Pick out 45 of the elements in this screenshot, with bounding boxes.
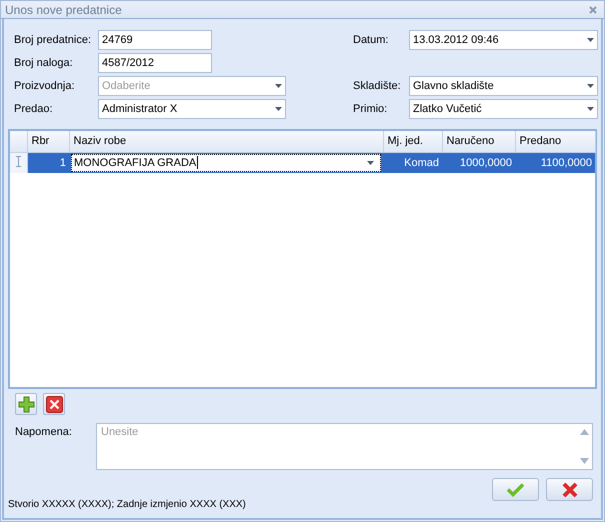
ok-button[interactable] xyxy=(492,478,539,501)
field-label: Predao: xyxy=(14,103,54,115)
check-icon xyxy=(507,481,524,498)
scroll-up-icon[interactable] xyxy=(580,429,589,435)
plus-icon xyxy=(18,396,34,412)
dropdown-arrow-icon xyxy=(587,107,594,111)
field-label: Broj predatnice: xyxy=(14,34,92,46)
column-header[interactable]: Mj. jed. xyxy=(383,131,442,152)
dropdown-arrow-icon xyxy=(587,38,594,42)
cell-editor[interactable]: MONOGRAFIJA GRADA xyxy=(71,154,381,172)
dropdown-field[interactable]: Glavno skladište xyxy=(409,76,598,96)
cancel-button[interactable] xyxy=(546,478,593,501)
table-cell: 1 xyxy=(27,152,69,172)
close-icon xyxy=(46,396,62,412)
field-label: Datum: xyxy=(353,34,390,46)
table-cell: 1000,0000 xyxy=(442,152,515,172)
dropdown-arrow-icon xyxy=(275,107,282,111)
dropdown-arrow-icon xyxy=(367,160,374,164)
column-header[interactable]: Naziv robe xyxy=(69,131,383,152)
delete-button[interactable] xyxy=(43,393,65,415)
add-button[interactable] xyxy=(15,393,37,415)
column-header[interactable]: Predano xyxy=(515,131,595,152)
dropdown-arrow-icon xyxy=(275,84,282,88)
text-field[interactable]: 24769 xyxy=(98,30,212,50)
dropdown-field[interactable]: Zlatko Vučetić xyxy=(409,99,598,119)
dropdown-arrow-icon xyxy=(587,84,594,88)
dropdown-field[interactable]: Administrator X xyxy=(98,99,286,119)
field-label: Skladište: xyxy=(353,80,402,92)
note-field[interactable]: Unesite xyxy=(96,423,593,470)
field-label: Proizvodnja: xyxy=(14,80,76,92)
field-label: Napomena: xyxy=(15,425,73,440)
field-label: Primio: xyxy=(353,103,388,115)
scroll-down-icon[interactable] xyxy=(580,458,589,464)
table-cell: Komad xyxy=(383,152,442,172)
table-cell: 1100,0000 xyxy=(515,152,595,172)
status-text: Stvorio XXXXX (XXXX); Zadnje izmjenio XXXX (XXX) xyxy=(8,499,247,510)
close-icon xyxy=(562,482,578,498)
text-cursor-icon xyxy=(16,156,21,166)
field-label: Broj naloga: xyxy=(14,57,74,69)
column-header[interactable]: Rbr xyxy=(27,131,69,152)
close-button[interactable] xyxy=(588,4,598,14)
window-title: Unos nove predatnice xyxy=(5,2,122,16)
column-header[interactable]: Naručeno xyxy=(442,131,515,152)
dropdown-field[interactable]: 13.03.2012 09:46 xyxy=(409,30,598,50)
text-field[interactable]: 4587/2012 xyxy=(98,53,212,73)
